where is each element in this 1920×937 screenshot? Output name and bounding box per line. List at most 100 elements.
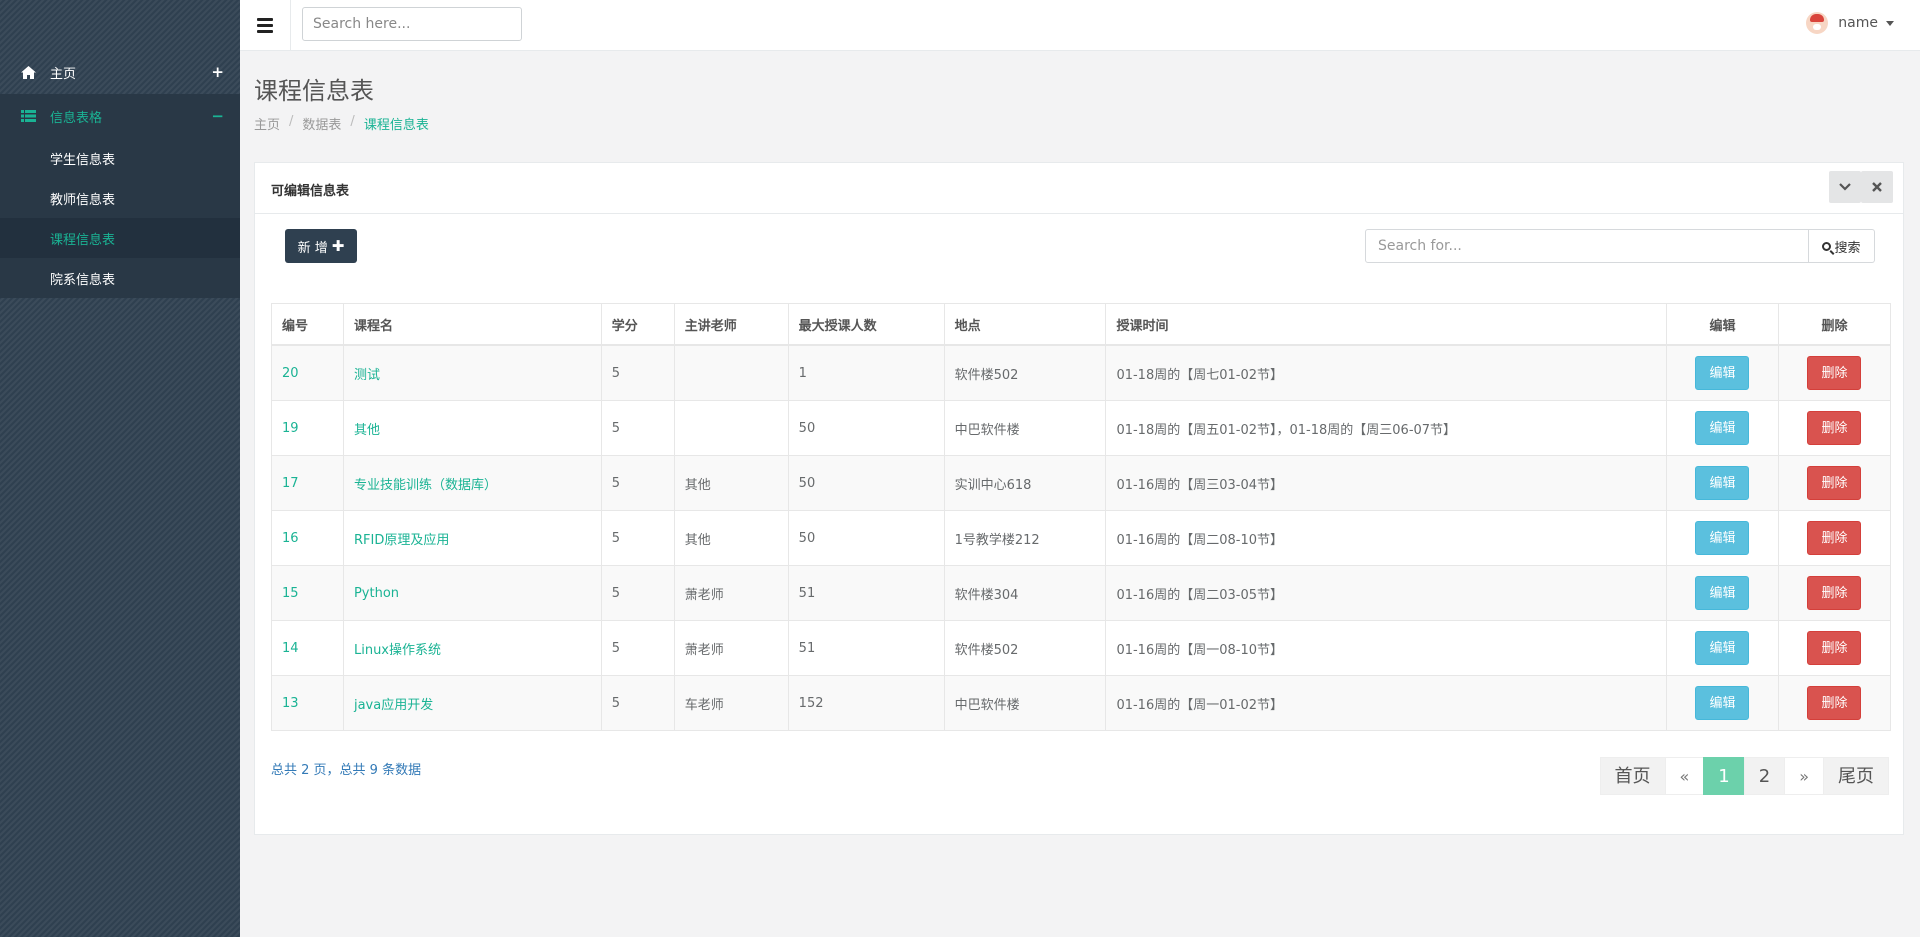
edit-button[interactable]: 编辑 xyxy=(1695,411,1750,445)
search-button[interactable]: 搜索 xyxy=(1809,229,1875,263)
cell-course-name[interactable]: 测试 xyxy=(342,344,602,401)
table-row: 16 RFID原理及应用 5 其他 50 1号教学楼212 01-16周的【周二… xyxy=(271,510,1892,566)
breadcrumb-current: 课程信息表 xyxy=(363,118,429,133)
cell-max-students: 50 xyxy=(787,510,945,566)
menu-toggle-icon[interactable] xyxy=(240,0,291,50)
delete-button[interactable]: 删除 xyxy=(1807,631,1862,665)
delete-button[interactable]: 删除 xyxy=(1807,466,1862,500)
cell-teacher xyxy=(673,400,789,456)
table-search-input[interactable] xyxy=(1365,229,1809,263)
cell-time: 01-16周的【周三03-04节】 xyxy=(1105,455,1667,511)
cell-delete: 删除 xyxy=(1777,344,1892,401)
cell-id[interactable]: 15 xyxy=(271,565,344,621)
delete-button[interactable]: 删除 xyxy=(1807,411,1862,445)
cell-id[interactable]: 14 xyxy=(271,620,344,676)
sidebar-subnav: 学生信息表 教师信息表 课程信息表 院系信息表 xyxy=(0,138,240,298)
cell-credit: 5 xyxy=(600,565,675,621)
cell-edit: 编辑 xyxy=(1666,455,1779,511)
pager-last[interactable]: 尾页 xyxy=(1823,757,1889,795)
panel-header: 可编辑信息表 xyxy=(255,163,1903,214)
edit-button[interactable]: 编辑 xyxy=(1695,356,1750,390)
breadcrumb-tables[interactable]: 数据表 xyxy=(302,114,341,133)
pager-first[interactable]: 首页 xyxy=(1599,757,1666,795)
pager-next[interactable]: » xyxy=(1784,757,1824,795)
sidebar-subitem-courses[interactable]: 课程信息表 xyxy=(0,218,240,258)
cell-max-students: 51 xyxy=(787,620,945,676)
cell-edit: 编辑 xyxy=(1666,344,1779,401)
add-button[interactable]: 新 增 ✚ xyxy=(285,229,357,263)
cell-time: 01-18周的【周五01-02节】，01-18周的【周三06-07节】 xyxy=(1105,400,1667,456)
collapse-icon: − xyxy=(211,107,224,125)
cell-course-name[interactable]: Python xyxy=(342,565,602,621)
cell-course-name[interactable]: Linux操作系统 xyxy=(342,620,602,676)
cell-course-name[interactable]: 专业技能训练（数据库） xyxy=(342,455,602,511)
cell-time: 01-16周的【周二08-10节】 xyxy=(1105,510,1667,566)
cell-time: 01-16周的【周二03-05节】 xyxy=(1105,565,1667,621)
table-row: 17 专业技能训练（数据库） 5 其他 50 实训中心618 01-16周的【周… xyxy=(271,455,1892,511)
close-icon[interactable] xyxy=(1861,171,1893,203)
cell-id[interactable]: 19 xyxy=(271,400,344,456)
cell-id[interactable]: 17 xyxy=(271,455,344,511)
top-search-input[interactable] xyxy=(302,7,522,41)
delete-button[interactable]: 删除 xyxy=(1807,686,1862,720)
header-time[interactable]: 授课时间 xyxy=(1105,303,1667,346)
sidebar: 主页 + 信息表格 − 学生信息表 教师信息表 课程信息表 院系信息表 xyxy=(0,0,240,937)
sidebar-subitem-teachers[interactable]: 教师信息表 xyxy=(0,178,240,218)
breadcrumb-home[interactable]: 主页 xyxy=(254,114,280,133)
sidebar-subitem-students[interactable]: 学生信息表 xyxy=(0,138,240,178)
chevron-down-icon[interactable] xyxy=(1829,171,1861,203)
header-credit[interactable]: 学分 xyxy=(600,303,675,346)
cell-course-name[interactable]: RFID原理及应用 xyxy=(342,510,602,566)
header-teacher[interactable]: 主讲老师 xyxy=(673,303,789,346)
cell-id[interactable]: 16 xyxy=(271,510,344,566)
user-menu[interactable]: name xyxy=(1806,12,1894,34)
breadcrumb-separator: / xyxy=(350,114,355,129)
cell-teacher: 其他 xyxy=(673,510,789,566)
header-course-name[interactable]: 课程名 xyxy=(342,303,602,346)
cell-credit: 5 xyxy=(600,344,675,401)
edit-button[interactable]: 编辑 xyxy=(1695,686,1750,720)
edit-button[interactable]: 编辑 xyxy=(1695,521,1750,555)
course-table: 编号 课程名 学分 主讲老师 最大授课人数 地点 授课时间 编辑 删除 20 测… xyxy=(271,303,1892,731)
sidebar-subitem-departments[interactable]: 院系信息表 xyxy=(0,258,240,298)
header-delete: 删除 xyxy=(1777,303,1892,346)
panel-title: 可编辑信息表 xyxy=(271,184,350,199)
home-icon xyxy=(20,65,36,79)
pagination-summary: 总共 2 页，总共 9 条数据 xyxy=(271,763,422,778)
avatar xyxy=(1806,12,1829,34)
cell-place: 软件楼502 xyxy=(943,344,1107,401)
cell-max-students: 152 xyxy=(787,675,945,731)
edit-button[interactable]: 编辑 xyxy=(1695,631,1750,665)
sidebar-item-tables[interactable]: 信息表格 − xyxy=(0,94,240,138)
delete-button[interactable]: 删除 xyxy=(1807,521,1862,555)
cell-max-students: 50 xyxy=(787,400,945,456)
plus-icon: ✚ xyxy=(331,237,345,255)
edit-button[interactable]: 编辑 xyxy=(1695,466,1750,500)
cell-id[interactable]: 13 xyxy=(271,675,344,731)
cell-credit: 5 xyxy=(600,510,675,566)
breadcrumb-separator: / xyxy=(289,114,294,129)
expand-icon: + xyxy=(211,63,224,81)
header-id[interactable]: 编号 xyxy=(271,303,344,346)
edit-button[interactable]: 编辑 xyxy=(1695,576,1750,610)
caret-down-icon xyxy=(1886,20,1894,26)
pager-prev[interactable]: « xyxy=(1664,757,1705,795)
header-max-students[interactable]: 最大授课人数 xyxy=(787,303,945,346)
table-row: 14 Linux操作系统 5 萧老师 51 软件楼502 01-16周的【周一0… xyxy=(271,620,1892,676)
sidebar-item-home[interactable]: 主页 + xyxy=(0,50,240,94)
cell-edit: 编辑 xyxy=(1666,620,1779,676)
sidebar-item-label: 主页 xyxy=(50,66,77,82)
header-place[interactable]: 地点 xyxy=(943,303,1107,346)
editable-table-panel: 可编辑信息表 新 增 ✚ 搜索 编号 课程名 学分 主讲老师 最大授课人数 地点 xyxy=(254,162,1904,835)
cell-id[interactable]: 20 xyxy=(271,344,344,401)
cell-course-name[interactable]: 其他 xyxy=(342,400,602,456)
delete-button[interactable]: 删除 xyxy=(1807,576,1862,610)
pager-page-2[interactable]: 2 xyxy=(1743,757,1786,795)
cell-edit: 编辑 xyxy=(1666,675,1779,731)
pager-page-1[interactable]: 1 xyxy=(1703,757,1745,795)
cell-course-name[interactable]: java应用开发 xyxy=(342,675,602,731)
cell-place: 中巴软件楼 xyxy=(943,400,1107,456)
cell-credit: 5 xyxy=(600,620,675,676)
table-row: 15 Python 5 萧老师 51 软件楼304 01-16周的【周二03-0… xyxy=(271,565,1892,621)
delete-button[interactable]: 删除 xyxy=(1807,356,1862,390)
